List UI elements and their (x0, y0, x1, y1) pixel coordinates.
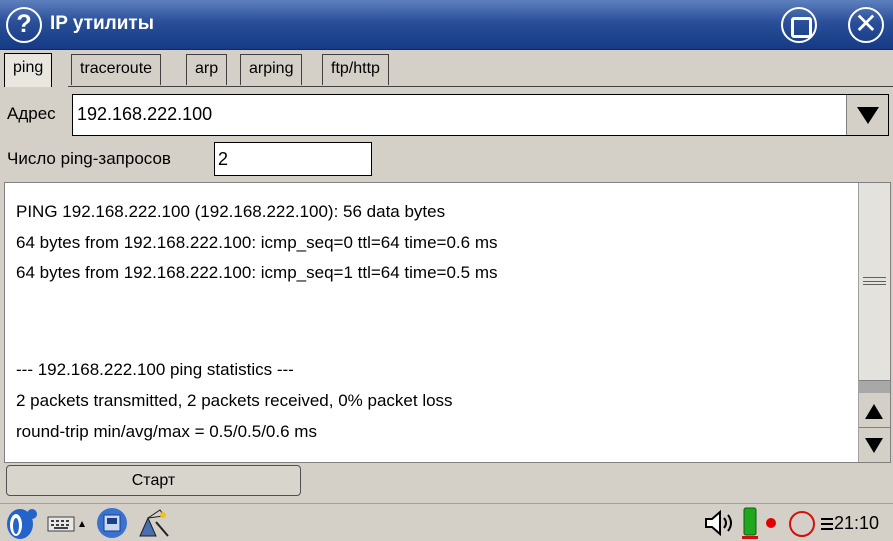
tab-divider (68, 86, 893, 87)
status-circle-icon[interactable] (788, 510, 816, 538)
address-label: Адрес (7, 104, 56, 123)
app-icon[interactable] (95, 507, 129, 539)
speaker-icon[interactable] (703, 510, 737, 536)
tab-arp[interactable]: arp (186, 54, 228, 85)
dropdown-arrow-icon[interactable] (846, 95, 888, 135)
address-value[interactable]: 192.168.222.100 (77, 104, 212, 125)
clock: 21:10 (834, 513, 880, 533)
ping-count-label: Число ping-запросов (7, 149, 171, 168)
arrow-up-icon (79, 521, 85, 527)
start-menu-icon[interactable] (4, 507, 40, 540)
taskbar: 21:10 (0, 503, 893, 541)
tab-arping[interactable]: arping (240, 54, 303, 85)
battery-icon (742, 507, 758, 539)
output-scrollbar[interactable] (858, 183, 890, 462)
help-icon[interactable]: ? (6, 7, 42, 43)
ping-count-value: 2 (218, 149, 229, 169)
scrollbar-thumb[interactable] (859, 183, 890, 381)
close-icon[interactable]: ✕ (848, 7, 884, 43)
tab-ftp-http[interactable]: ftp/http (322, 54, 389, 85)
grip-icon (863, 277, 886, 285)
ping-output: PING 192.168.222.100 (192.168.222.100): … (4, 182, 891, 463)
scrollbar-track[interactable] (859, 381, 890, 393)
output-line: PING 192.168.222.100 (192.168.222.100): … (16, 202, 446, 221)
scroll-up-icon[interactable] (859, 394, 890, 428)
output-line: 64 bytes from 192.168.222.100: icmp_seq=… (16, 263, 498, 282)
tab-ping[interactable]: ping (4, 53, 53, 87)
window-title: IP утилиты (50, 13, 154, 34)
scroll-down-icon[interactable] (859, 428, 890, 462)
wizard-icon[interactable] (134, 506, 172, 540)
output-line: 2 packets transmitted, 2 packets receive… (16, 391, 453, 410)
output-line: 64 bytes from 192.168.222.100: icmp_seq=… (16, 233, 498, 252)
ping-count-input[interactable]: 2 (214, 142, 372, 176)
output-line: round-trip min/avg/max = 0.5/0.5/0.6 ms (16, 422, 317, 441)
address-combobox[interactable]: 192.168.222.100 (72, 94, 889, 136)
tab-traceroute[interactable]: traceroute (71, 54, 162, 85)
maximize-icon[interactable] (781, 7, 817, 43)
keyboard-icon[interactable] (47, 515, 75, 533)
record-indicator-icon (766, 518, 776, 528)
title-bar: ? IP утилиты ✕ (0, 0, 893, 50)
output-line: --- 192.168.222.100 ping statistics --- (16, 360, 294, 379)
tab-bar: ping traceroute arp arping ftp/http (0, 50, 893, 87)
start-button[interactable]: Старт (6, 465, 301, 496)
menu-icon[interactable] (820, 515, 834, 533)
